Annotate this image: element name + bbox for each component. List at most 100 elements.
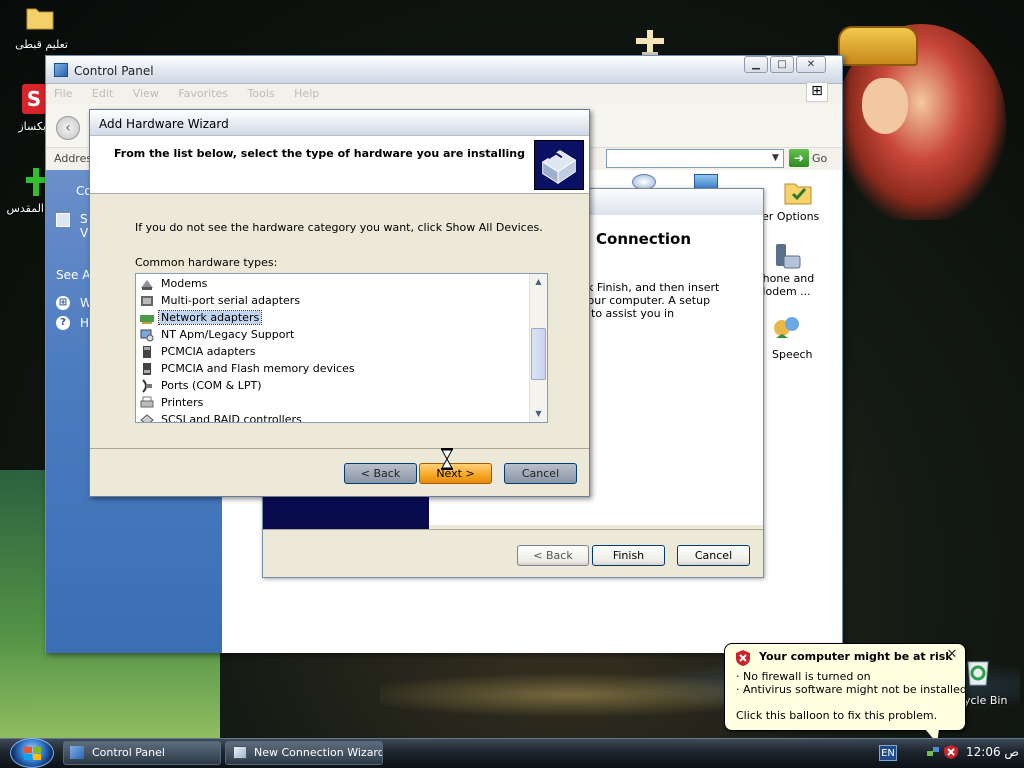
balloon-action[interactable]: Click this balloon to fix this problem. xyxy=(736,709,937,722)
cp-item-folder-options[interactable]: lder Options xyxy=(752,176,842,228)
address-input[interactable] xyxy=(606,149,784,168)
serial-adapter-icon xyxy=(141,295,153,306)
app-s-icon: S xyxy=(22,84,46,114)
list-item-label: Network adapters xyxy=(157,310,263,325)
list-item-label: PCMCIA adapters xyxy=(161,345,256,358)
go-arrow-icon[interactable]: ➜ xyxy=(789,149,809,167)
list-item[interactable]: Modems xyxy=(140,275,209,292)
start-button[interactable] xyxy=(10,738,54,768)
language-indicator[interactable]: EN xyxy=(879,745,897,761)
hourglass-cursor-icon xyxy=(441,448,453,470)
menu-favorites[interactable]: Favorites xyxy=(170,84,236,103)
scroll-thumb[interactable] xyxy=(531,328,546,380)
menu-view[interactable]: View xyxy=(125,84,167,103)
ahw-list-label: Common hardware types: xyxy=(135,256,278,269)
cp-item-phone-modem[interactable]: Phone and Modem ... xyxy=(752,240,842,304)
list-item[interactable]: Printers xyxy=(140,394,205,411)
switch-view-link[interactable]: S xyxy=(80,212,88,226)
list-item-label: NT Apm/Legacy Support xyxy=(161,328,295,341)
desktop-icon-label: المقدس xyxy=(6,202,44,215)
help-icon: ? xyxy=(56,316,70,330)
cp-item-label: Phone and Modem ... xyxy=(756,272,815,298)
minimize-button[interactable]: ▁ xyxy=(744,56,768,73)
security-alert-tray-icon[interactable] xyxy=(944,745,958,759)
windows-logo-icon: ⊞ xyxy=(806,82,828,102)
ahw-header-text: From the list below, select the type of … xyxy=(114,147,525,160)
list-item[interactable]: Network adapters xyxy=(140,309,263,326)
list-item[interactable]: SCSI and RAID controllers xyxy=(140,411,304,423)
close-button[interactable]: ✕ xyxy=(796,56,826,73)
ahw-cancel-button[interactable]: Cancel xyxy=(504,463,577,484)
desktop-icon-coptic-learning[interactable]: تعليم قبطى xyxy=(8,4,68,54)
list-item-label: PCMCIA and Flash memory devices xyxy=(161,362,355,375)
hardware-wizard-icon xyxy=(534,140,584,190)
list-item[interactable]: NT Apm/Legacy Support xyxy=(140,326,296,343)
menu-bar: File Edit View Favorites Tools Help xyxy=(46,84,842,104)
list-item-label: Multi-port serial adapters xyxy=(161,294,301,307)
ahw-next-button[interactable]: Next > xyxy=(419,463,492,484)
menu-tools[interactable]: Tools xyxy=(240,84,283,103)
speech-icon xyxy=(774,317,799,338)
ahw-back-button[interactable]: < Back xyxy=(344,463,417,484)
folder-options-icon xyxy=(784,183,812,205)
crown-icon xyxy=(838,26,918,66)
chevron-down-icon[interactable]: ▼ xyxy=(768,150,783,167)
menu-file[interactable]: File xyxy=(46,84,80,103)
desktop-icon-label: بكساز xyxy=(18,120,46,133)
ahw-header-panel xyxy=(90,136,589,194)
cp-item-speech[interactable]: Speech xyxy=(752,312,842,366)
switch-view-link-line2[interactable]: V xyxy=(80,226,88,240)
scroll-down-icon[interactable]: ▼ xyxy=(530,406,547,421)
windows-update-icon: ⊞ xyxy=(56,296,70,310)
see-also-heading: See A xyxy=(56,268,91,282)
list-item-label: SCSI and RAID controllers xyxy=(161,413,302,423)
list-item[interactable]: PCMCIA and Flash memory devices xyxy=(140,360,357,377)
desktop-icon-bixar[interactable]: S بكساز xyxy=(0,84,50,136)
statue-icon xyxy=(636,30,664,58)
phone-modem-icon xyxy=(776,244,801,269)
ahw-separator xyxy=(90,448,589,449)
control-panel-titlebar[interactable] xyxy=(46,56,842,84)
hardware-types-list[interactable]: Modems Multi-port serial adapters Networ… xyxy=(135,273,548,423)
cp-item-label: lder Options xyxy=(752,210,820,223)
add-hardware-wizard-window: Add Hardware Wizard From the list below,… xyxy=(89,109,590,497)
list-item[interactable]: Multi-port serial adapters xyxy=(140,292,302,309)
scroll-up-icon[interactable]: ▲ xyxy=(530,274,547,289)
taskbar-clock[interactable]: 12:06 ص xyxy=(966,745,1019,759)
desktop-icon-recycle-bin[interactable]: ycle Bin xyxy=(960,656,1024,712)
menu-edit[interactable]: Edit xyxy=(84,84,121,103)
list-item-label: Modems xyxy=(161,277,208,290)
maximize-button[interactable]: □ xyxy=(770,56,794,73)
ahw-window-title: Add Hardware Wizard xyxy=(99,117,229,131)
network-tray-icon[interactable] xyxy=(926,745,940,759)
ncw-back-button[interactable]: < Back xyxy=(517,545,589,566)
taskbar-item-control-panel[interactable]: Control Panel xyxy=(63,741,221,765)
list-scrollbar[interactable]: ▲ ▼ xyxy=(529,274,547,422)
ports-icon xyxy=(142,378,152,393)
windows-logo-icon xyxy=(24,747,41,760)
menu-help[interactable]: Help xyxy=(286,84,327,103)
taskbar-item-new-connection-wizard[interactable]: New Connection Wizard xyxy=(225,741,383,765)
flash-memory-icon xyxy=(143,362,151,375)
ncw-heading: Connection xyxy=(596,230,692,248)
desktop-icon-label: تعليم قبطى xyxy=(15,38,68,51)
switch-view-icon xyxy=(56,213,70,227)
list-item-label: Ports (COM & LPT) xyxy=(161,379,262,392)
ncw-finish-button[interactable]: Finish xyxy=(592,545,665,566)
security-shield-icon xyxy=(736,650,750,666)
window-title: Control Panel xyxy=(74,64,154,78)
back-arrow-icon[interactable]: ‹ xyxy=(56,116,80,140)
ncw-cancel-button[interactable]: Cancel xyxy=(677,545,750,566)
pcmcia-icon xyxy=(143,345,151,358)
control-panel-icon xyxy=(54,63,68,77)
modem-icon xyxy=(141,279,153,290)
list-item[interactable]: PCMCIA adapters xyxy=(140,343,258,360)
close-icon[interactable]: ✕ xyxy=(946,647,958,662)
desktop-icon-holy[interactable]: المقدس xyxy=(0,164,50,216)
go-button-label[interactable]: Go xyxy=(812,152,827,165)
balloon-line: · Antivirus software might not be instal… xyxy=(736,683,967,696)
desktop-icon-label: ycle Bin xyxy=(964,694,1008,707)
printer-icon xyxy=(140,396,154,407)
help-link[interactable]: H xyxy=(80,316,89,330)
list-item[interactable]: Ports (COM & LPT) xyxy=(140,377,264,394)
